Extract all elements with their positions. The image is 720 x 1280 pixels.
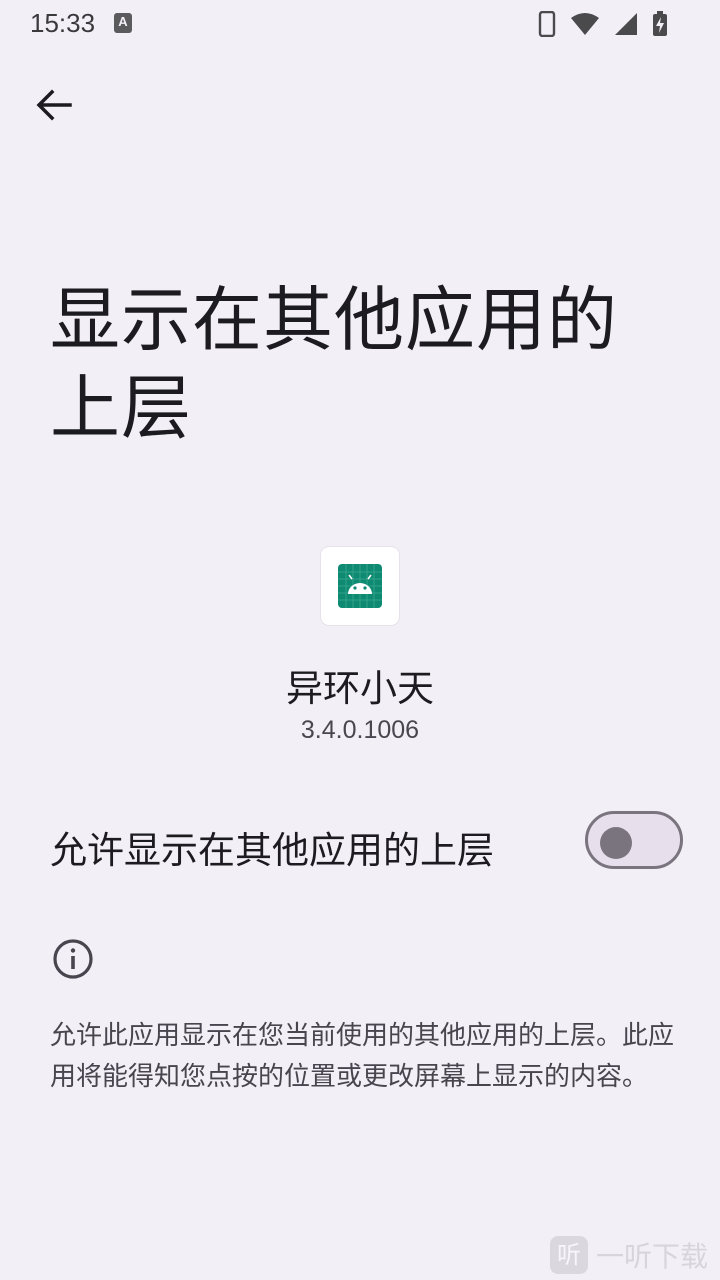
allow-overlay-switch[interactable]: [585, 811, 683, 869]
watermark-logo: 听: [550, 1236, 588, 1274]
switch-thumb: [600, 827, 632, 859]
info-icon: [53, 939, 93, 979]
allow-overlay-row[interactable]: 允许显示在其他应用的上层: [0, 800, 720, 890]
status-bar: 15:33 A: [0, 0, 720, 48]
battery-charging-icon: [653, 11, 667, 36]
app-icon: [321, 547, 399, 625]
status-time: 15:33: [30, 8, 96, 38]
watermark-text: 一听下载: [596, 1240, 709, 1273]
phone-icon: [538, 11, 556, 37]
android-icon: [338, 564, 382, 608]
wifi-icon: [571, 13, 599, 35]
notification-badge: A: [114, 13, 132, 33]
status-icons: [538, 10, 668, 38]
allow-overlay-label: 允许显示在其他应用的上层: [50, 829, 494, 872]
back-button[interactable]: [28, 80, 80, 130]
watermark: 听 一听下载: [550, 1230, 720, 1280]
app-version: 3.4.0.1006: [300, 716, 420, 744]
page-title: 显示在其他应用的上层: [50, 279, 618, 449]
app-name: 异环小天: [286, 667, 434, 710]
arrow-back-icon: [36, 89, 72, 121]
signal-icon: [615, 13, 637, 35]
permission-description: 允许此应用显示在您当前使用的其他应用的上层。此应用将能得知您点按的位置或更改屏幕…: [50, 1021, 675, 1092]
